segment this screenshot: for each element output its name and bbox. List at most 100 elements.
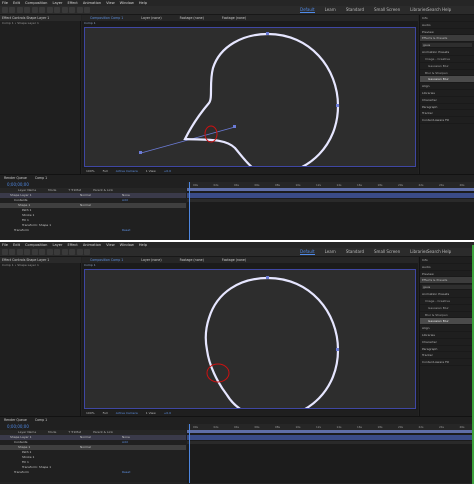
effects-presets-panel[interactable]: Effects & Presets	[420, 35, 474, 43]
tab-layer[interactable]: Layer (none)	[141, 15, 161, 21]
blur-sharpen-folder[interactable]: Blur & Sharpen	[420, 70, 474, 77]
rotate-tool-icon[interactable]	[31, 249, 38, 255]
menu-file[interactable]: File	[2, 243, 8, 247]
tab-render-queue[interactable]: Render Queue	[4, 175, 27, 181]
workspace-small-screen[interactable]: Small Screen	[374, 249, 400, 255]
image-creative-folder[interactable]: Image - Creative	[420, 298, 474, 305]
selection-tool-icon[interactable]	[9, 7, 15, 13]
brush-tool-icon[interactable]	[76, 249, 83, 255]
view-layout[interactable]: 1 View	[146, 411, 156, 415]
effects-search-input[interactable]: gaus	[422, 43, 472, 49]
exposure[interactable]: +0.0	[164, 169, 171, 173]
view-layout[interactable]: 1 View	[146, 169, 156, 173]
current-time[interactable]: 0;00;00;00	[7, 182, 29, 187]
layer-duration-bar[interactable]	[187, 193, 474, 198]
shape-row[interactable]: Shape 1 Normal	[0, 203, 186, 208]
pen-tool-icon[interactable]	[61, 249, 68, 255]
animation-presets-folder[interactable]: Animation Presets	[420, 49, 474, 56]
current-time[interactable]: 0;00;00;00	[7, 424, 29, 429]
menu-effect[interactable]: Effect	[67, 1, 77, 5]
animation-presets-folder[interactable]: Animation Presets	[420, 291, 474, 298]
zoom-level[interactable]: 100%	[86, 169, 95, 173]
menu-animation[interactable]: Animation	[83, 243, 101, 247]
shape-row[interactable]: Shape 1 Normal	[0, 445, 186, 450]
tab-footage[interactable]: Footage (none)	[180, 257, 204, 263]
search-help-field[interactable]: Search Help	[427, 7, 451, 12]
ellipse-shape-path[interactable]	[183, 32, 340, 167]
tab-footage-2[interactable]: Footage (none)	[222, 257, 246, 263]
menu-composition[interactable]: Composition	[25, 243, 47, 247]
preview-panel[interactable]: Preview	[420, 29, 474, 36]
workspace-standard[interactable]: Standard	[346, 249, 364, 255]
menu-file[interactable]: File	[2, 1, 8, 5]
menu-view[interactable]: View	[106, 1, 115, 5]
preset-gaussian-blur[interactable]: Gaussian Blur	[420, 305, 474, 312]
workspace-learn[interactable]: Learn	[325, 249, 336, 255]
menu-animation[interactable]: Animation	[83, 1, 101, 5]
preset-gaussian-blur[interactable]: Gaussian Blur	[420, 63, 474, 70]
info-panel[interactable]: Info	[420, 257, 474, 264]
menu-edit[interactable]: Edit	[13, 1, 20, 5]
info-panel[interactable]: Info	[420, 15, 474, 22]
home-icon[interactable]	[1, 7, 8, 13]
paragraph-panel[interactable]: Paragraph	[420, 346, 474, 353]
character-panel[interactable]: Character	[420, 339, 474, 346]
search-help-field[interactable]: Search Help	[427, 249, 451, 254]
menu-window[interactable]: Window	[120, 243, 134, 247]
workspace-default[interactable]: Default	[300, 249, 315, 255]
menu-view[interactable]: View	[106, 243, 115, 247]
image-creative-folder[interactable]: Image - Creative	[420, 56, 474, 63]
handle-point[interactable]	[139, 151, 142, 154]
audio-panel[interactable]: Audio	[420, 264, 474, 271]
composition-viewer[interactable]	[84, 27, 416, 167]
resolution[interactable]: Full	[103, 169, 108, 173]
tab-footage-2[interactable]: Footage (none)	[222, 15, 246, 21]
work-area-bar[interactable]	[187, 430, 474, 433]
transform-row[interactable]: Transform Reset	[0, 470, 186, 475]
effects-search-input[interactable]: gaus	[422, 285, 472, 291]
comp-breadcrumb[interactable]: Comp 1	[84, 263, 96, 268]
shape-mode[interactable]: Normal	[80, 203, 91, 208]
menu-layer[interactable]: Layer	[52, 1, 62, 5]
effect-gaussian-blur[interactable]: Gaussian Blur	[420, 318, 474, 326]
workspace-standard[interactable]: Standard	[346, 7, 364, 13]
ellipse-shape-path[interactable]	[204, 276, 340, 409]
vertex-right[interactable]	[336, 104, 339, 107]
handle-point-2[interactable]	[233, 125, 236, 128]
timeline-graph[interactable]: 00s 02s 04s 06s 08s 10s 12s 14s 16s 18s 20s 22s 24s 2…	[187, 182, 474, 240]
menu-window[interactable]: Window	[120, 1, 134, 5]
workspace-default[interactable]: Default	[300, 7, 315, 13]
content-aware-fill-panel[interactable]: Content-Aware Fill	[420, 117, 474, 124]
menu-help[interactable]: Help	[139, 1, 147, 5]
paragraph-panel[interactable]: Paragraph	[420, 104, 474, 111]
workspace-libraries[interactable]: Libraries	[410, 7, 427, 13]
brush-tool-icon[interactable]	[76, 7, 83, 13]
shape-tool-icon[interactable]	[54, 7, 60, 13]
reset-button[interactable]: Reset	[122, 470, 130, 475]
menu-effect[interactable]: Effect	[67, 243, 77, 247]
active-camera[interactable]: Active Camera	[116, 411, 138, 415]
pan-behind-tool-icon[interactable]	[46, 249, 53, 255]
tab-footage[interactable]: Footage (none)	[180, 15, 204, 21]
vertex-right[interactable]	[336, 348, 339, 351]
tab-layer[interactable]: Layer (none)	[141, 257, 161, 263]
hand-tool-icon[interactable]	[16, 249, 23, 255]
tracker-panel[interactable]: Tracker	[420, 352, 474, 360]
resolution[interactable]: Full	[103, 411, 108, 415]
menu-help[interactable]: Help	[139, 243, 147, 247]
vertex-top[interactable]	[266, 276, 269, 279]
puppet-tool-icon[interactable]	[84, 7, 90, 13]
camera-tool-icon[interactable]	[39, 249, 45, 255]
blur-sharpen-folder[interactable]: Blur & Sharpen	[420, 312, 474, 319]
zoom-tool-icon[interactable]	[24, 7, 30, 13]
type-tool-icon[interactable]	[69, 249, 75, 255]
effect-gaussian-blur[interactable]: Gaussian Blur	[420, 76, 474, 84]
puppet-tool-icon[interactable]	[84, 249, 90, 255]
workspace-small-screen[interactable]: Small Screen	[374, 7, 400, 13]
exposure[interactable]: +0.0	[164, 411, 171, 415]
workspace-libraries[interactable]: Libraries	[410, 249, 427, 255]
libraries-panel[interactable]: Libraries	[420, 90, 474, 97]
character-panel[interactable]: Character	[420, 97, 474, 104]
playhead[interactable]	[189, 182, 190, 240]
effects-presets-panel[interactable]: Effects & Presets	[420, 277, 474, 285]
